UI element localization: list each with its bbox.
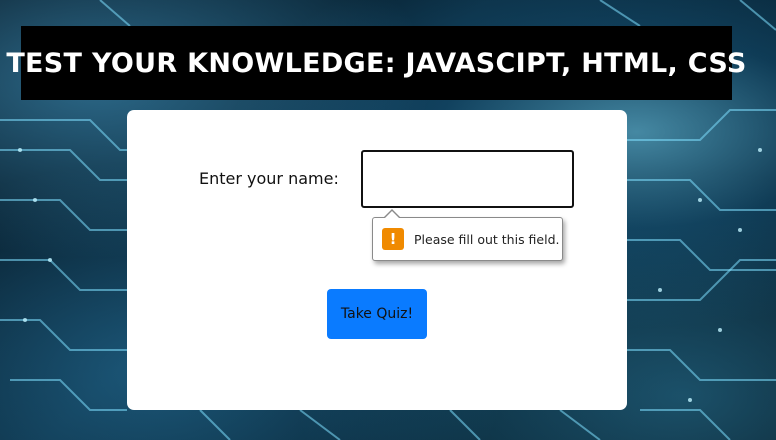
name-input[interactable] — [361, 150, 574, 208]
validation-tooltip: ! Please fill out this field. — [372, 209, 563, 261]
validation-message: Please fill out this field. — [414, 231, 560, 247]
quiz-start-card: Enter your name: ! Please fill out this … — [127, 110, 627, 410]
warning-icon: ! — [382, 228, 404, 250]
name-label: Enter your name: — [199, 169, 339, 188]
page-title: TEST YOUR KNOWLEDGE: JAVASCIPT, HTML, CS… — [6, 47, 747, 79]
take-quiz-button[interactable]: Take Quiz! — [327, 289, 427, 339]
title-bar: TEST YOUR KNOWLEDGE: JAVASCIPT, HTML, CS… — [6, 26, 746, 100]
